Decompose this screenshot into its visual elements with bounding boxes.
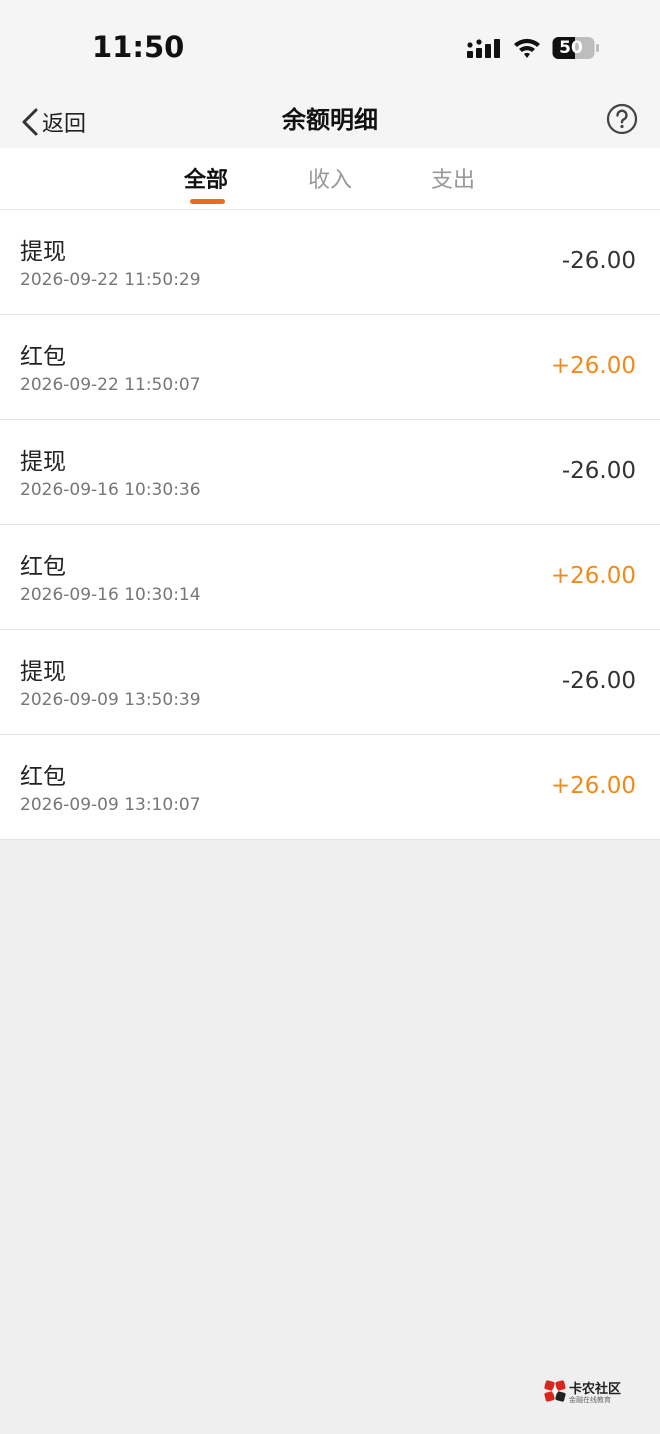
- active-tab-indicator: [190, 199, 225, 204]
- transaction-title: 红包: [20, 554, 66, 580]
- battery-level: 50: [559, 38, 583, 58]
- status-time: 11:50: [92, 30, 185, 64]
- transaction-amount: +26.00: [550, 353, 636, 379]
- transaction-row[interactable]: 红包 2026-09-09 13:10:07 +26.00: [0, 735, 660, 840]
- page-title: 余额明细: [282, 106, 378, 134]
- transaction-row[interactable]: 提现 2026-09-16 10:30:36 -26.00: [0, 420, 660, 525]
- transaction-title: 提现: [20, 659, 66, 685]
- tab-bar: 全部 收入 支出: [0, 148, 660, 210]
- transaction-amount: -26.00: [561, 458, 636, 484]
- transaction-time: 2026-09-16 10:30:14: [20, 585, 201, 605]
- transaction-amount: -26.00: [561, 668, 636, 694]
- watermark: 卡农社区 金融在线教育: [543, 1376, 633, 1408]
- transaction-row[interactable]: 提现 2026-09-09 13:50:39 -26.00: [0, 630, 660, 735]
- kanong-logo-icon: [544, 1380, 566, 1402]
- transaction-row[interactable]: 红包 2026-09-22 11:50:07 +26.00: [0, 315, 660, 420]
- transaction-title: 提现: [20, 239, 66, 265]
- tab-expense[interactable]: 支出: [431, 162, 475, 194]
- transaction-title: 红包: [20, 344, 66, 370]
- transaction-time: 2026-09-22 11:50:29: [20, 270, 201, 290]
- signal-icon: [467, 39, 500, 58]
- help-icon[interactable]: [606, 103, 638, 135]
- page: 11:50 50 返回 余额明细 全部 收入 支出 提现 2026-09-22 …: [0, 0, 660, 1434]
- transaction-title: 红包: [20, 764, 66, 790]
- transaction-row[interactable]: 红包 2026-09-16 10:30:14 +26.00: [0, 525, 660, 630]
- transaction-list: 提现 2026-09-22 11:50:29 -26.00 红包 2026-09…: [0, 210, 660, 840]
- transaction-time: 2026-09-09 13:10:07: [20, 795, 201, 815]
- transaction-amount: +26.00: [550, 563, 636, 589]
- transaction-title: 提现: [20, 449, 66, 475]
- tab-all[interactable]: 全部: [184, 162, 228, 194]
- watermark-subtitle: 金融在线教育: [569, 1396, 611, 1404]
- transaction-amount: +26.00: [550, 773, 636, 799]
- transaction-time: 2026-09-22 11:50:07: [20, 375, 201, 395]
- status-bar: 11:50 50: [0, 0, 660, 96]
- transaction-time: 2026-09-09 13:50:39: [20, 690, 201, 710]
- transaction-amount: -26.00: [561, 248, 636, 274]
- wifi-icon: [514, 38, 540, 58]
- transaction-time: 2026-09-16 10:30:36: [20, 480, 201, 500]
- transaction-row[interactable]: 提现 2026-09-22 11:50:29 -26.00: [0, 210, 660, 315]
- nav-bar: 返回 余额明细: [0, 96, 660, 148]
- tab-income[interactable]: 收入: [308, 162, 352, 194]
